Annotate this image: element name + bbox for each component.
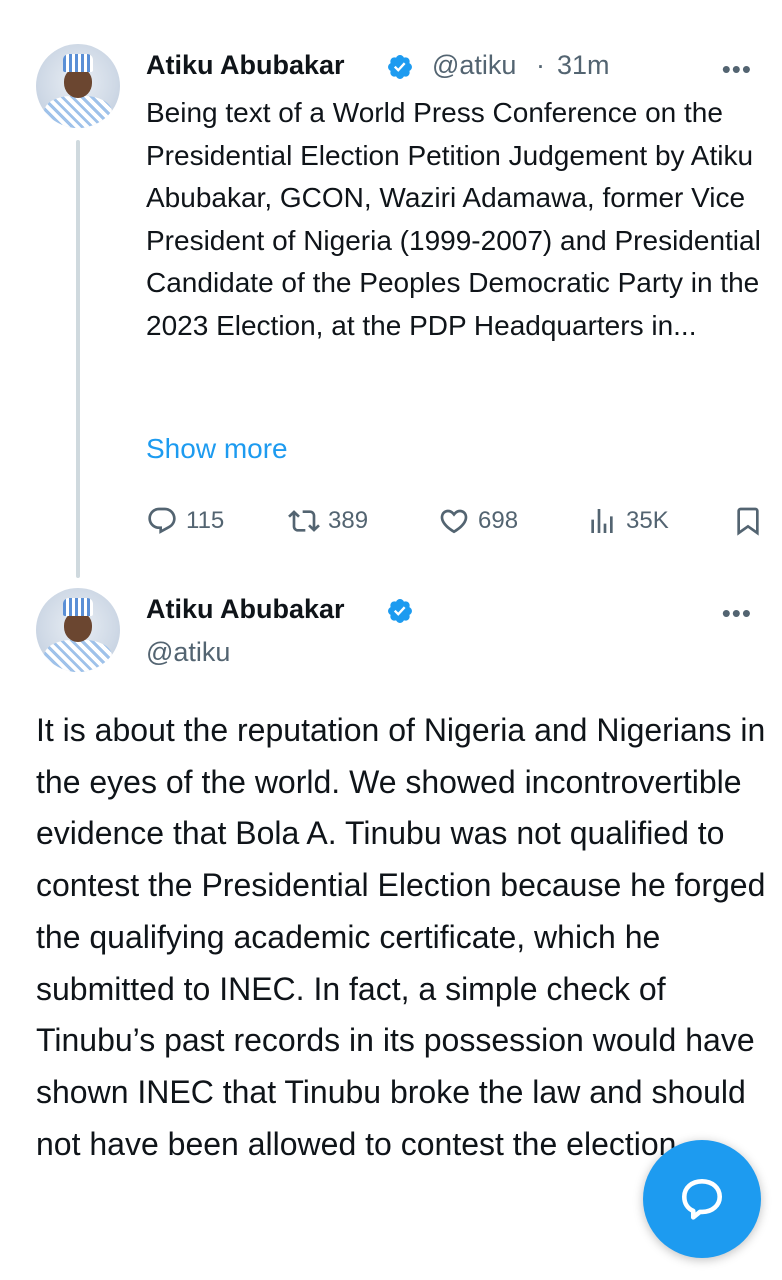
bookmark-button[interactable] bbox=[732, 500, 772, 542]
tweet-text: Being text of a World Press Conference o… bbox=[146, 97, 761, 341]
show-more-link[interactable]: Show more bbox=[146, 433, 288, 465]
reply-button[interactable]: 115 bbox=[146, 500, 224, 542]
reply-icon bbox=[148, 507, 176, 534]
author-avatar[interactable] bbox=[36, 44, 120, 128]
reply-count: 115 bbox=[186, 507, 225, 534]
tweet-actions-bar: 115 389 698 35K bbox=[146, 500, 766, 542]
views-button[interactable]: 35K bbox=[586, 500, 669, 542]
bookmark-icon bbox=[737, 507, 759, 536]
more-options-button[interactable]: ••• bbox=[722, 54, 752, 85]
like-button[interactable]: 698 bbox=[438, 500, 518, 542]
compose-fab-button[interactable] bbox=[643, 1140, 761, 1258]
more-options-button[interactable]: ••• bbox=[722, 598, 752, 629]
views-icon bbox=[591, 509, 613, 533]
author-handle[interactable]: @atiku bbox=[432, 50, 516, 81]
like-icon bbox=[440, 509, 468, 534]
like-count: 698 bbox=[478, 507, 519, 534]
verified-badge-icon bbox=[388, 55, 412, 79]
tweet-time[interactable]: 31m bbox=[557, 50, 610, 81]
separator-dot: · bbox=[536, 50, 545, 80]
repost-button[interactable]: 389 bbox=[288, 500, 368, 542]
thread-connector-line bbox=[76, 140, 80, 578]
views-count: 35K bbox=[626, 507, 669, 534]
author-avatar[interactable] bbox=[36, 588, 120, 672]
author-name[interactable]: Atiku Abubakar bbox=[146, 594, 345, 625]
verified-badge-icon bbox=[388, 599, 412, 623]
repost-count: 389 bbox=[328, 507, 369, 534]
author-name[interactable]: Atiku Abubakar bbox=[146, 50, 345, 81]
repost-icon bbox=[288, 510, 320, 532]
author-handle[interactable]: @atiku bbox=[146, 637, 230, 668]
compose-message-icon bbox=[682, 1179, 722, 1220]
tweet-text: It is about the reputation of Nigeria an… bbox=[36, 712, 766, 1162]
